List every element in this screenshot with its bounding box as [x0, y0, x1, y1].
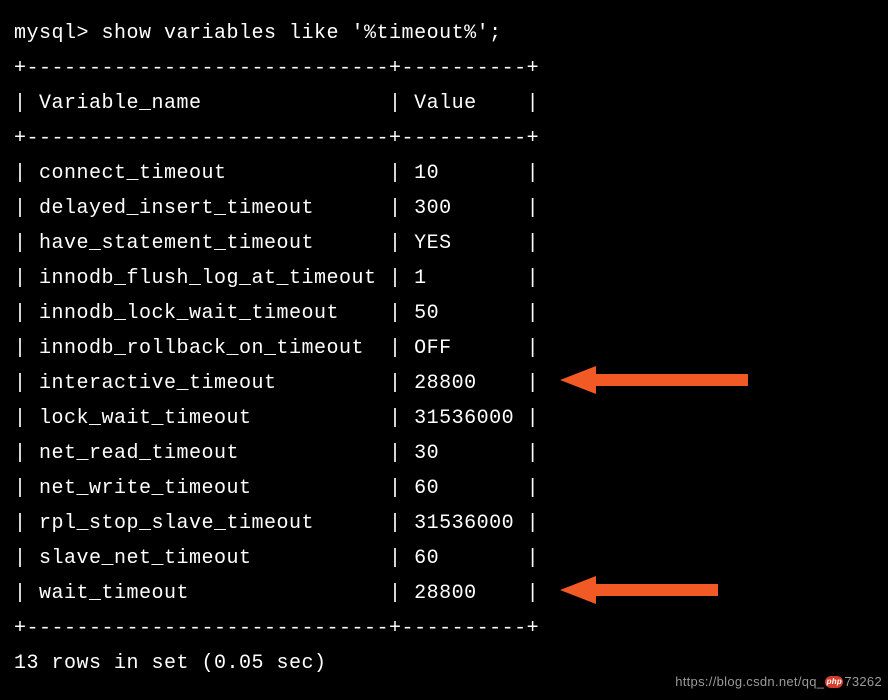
watermark-suffix: 73262	[844, 671, 882, 694]
table-row: | innodb_lock_wait_timeout | 50 |	[14, 296, 874, 331]
table-body: | connect_timeout | 10 || delayed_insert…	[14, 156, 874, 611]
table-border-mid: +-----------------------------+---------…	[14, 121, 874, 156]
table-row: | wait_timeout | 28800 |	[14, 576, 874, 611]
table-row: | slave_net_timeout | 60 |	[14, 541, 874, 576]
watermark-prefix: https://blog.csdn.net/qq_	[675, 671, 824, 694]
table-row: | rpl_stop_slave_timeout | 31536000 |	[14, 506, 874, 541]
table-row: | net_read_timeout | 30 |	[14, 436, 874, 471]
table-row: | have_statement_timeout | YES |	[14, 226, 874, 261]
table-row: | connect_timeout | 10 |	[14, 156, 874, 191]
watermark: https://blog.csdn.net/qq_ php 73262	[675, 671, 882, 694]
php-badge-icon: php	[825, 676, 843, 688]
sql-prompt: mysql> show variables like '%timeout%';	[14, 16, 874, 51]
table-row: | innodb_flush_log_at_timeout | 1 |	[14, 261, 874, 296]
table-header: | Variable_name | Value |	[14, 86, 874, 121]
table-border-bot: +-----------------------------+---------…	[14, 611, 874, 646]
table-row: | delayed_insert_timeout | 300 |	[14, 191, 874, 226]
terminal-output: mysql> show variables like '%timeout%'; …	[14, 16, 874, 681]
table-row: | lock_wait_timeout | 31536000 |	[14, 401, 874, 436]
table-row: | interactive_timeout | 28800 |	[14, 366, 874, 401]
table-row: | innodb_rollback_on_timeout | OFF |	[14, 331, 874, 366]
table-border-top: +-----------------------------+---------…	[14, 51, 874, 86]
table-row: | net_write_timeout | 60 |	[14, 471, 874, 506]
